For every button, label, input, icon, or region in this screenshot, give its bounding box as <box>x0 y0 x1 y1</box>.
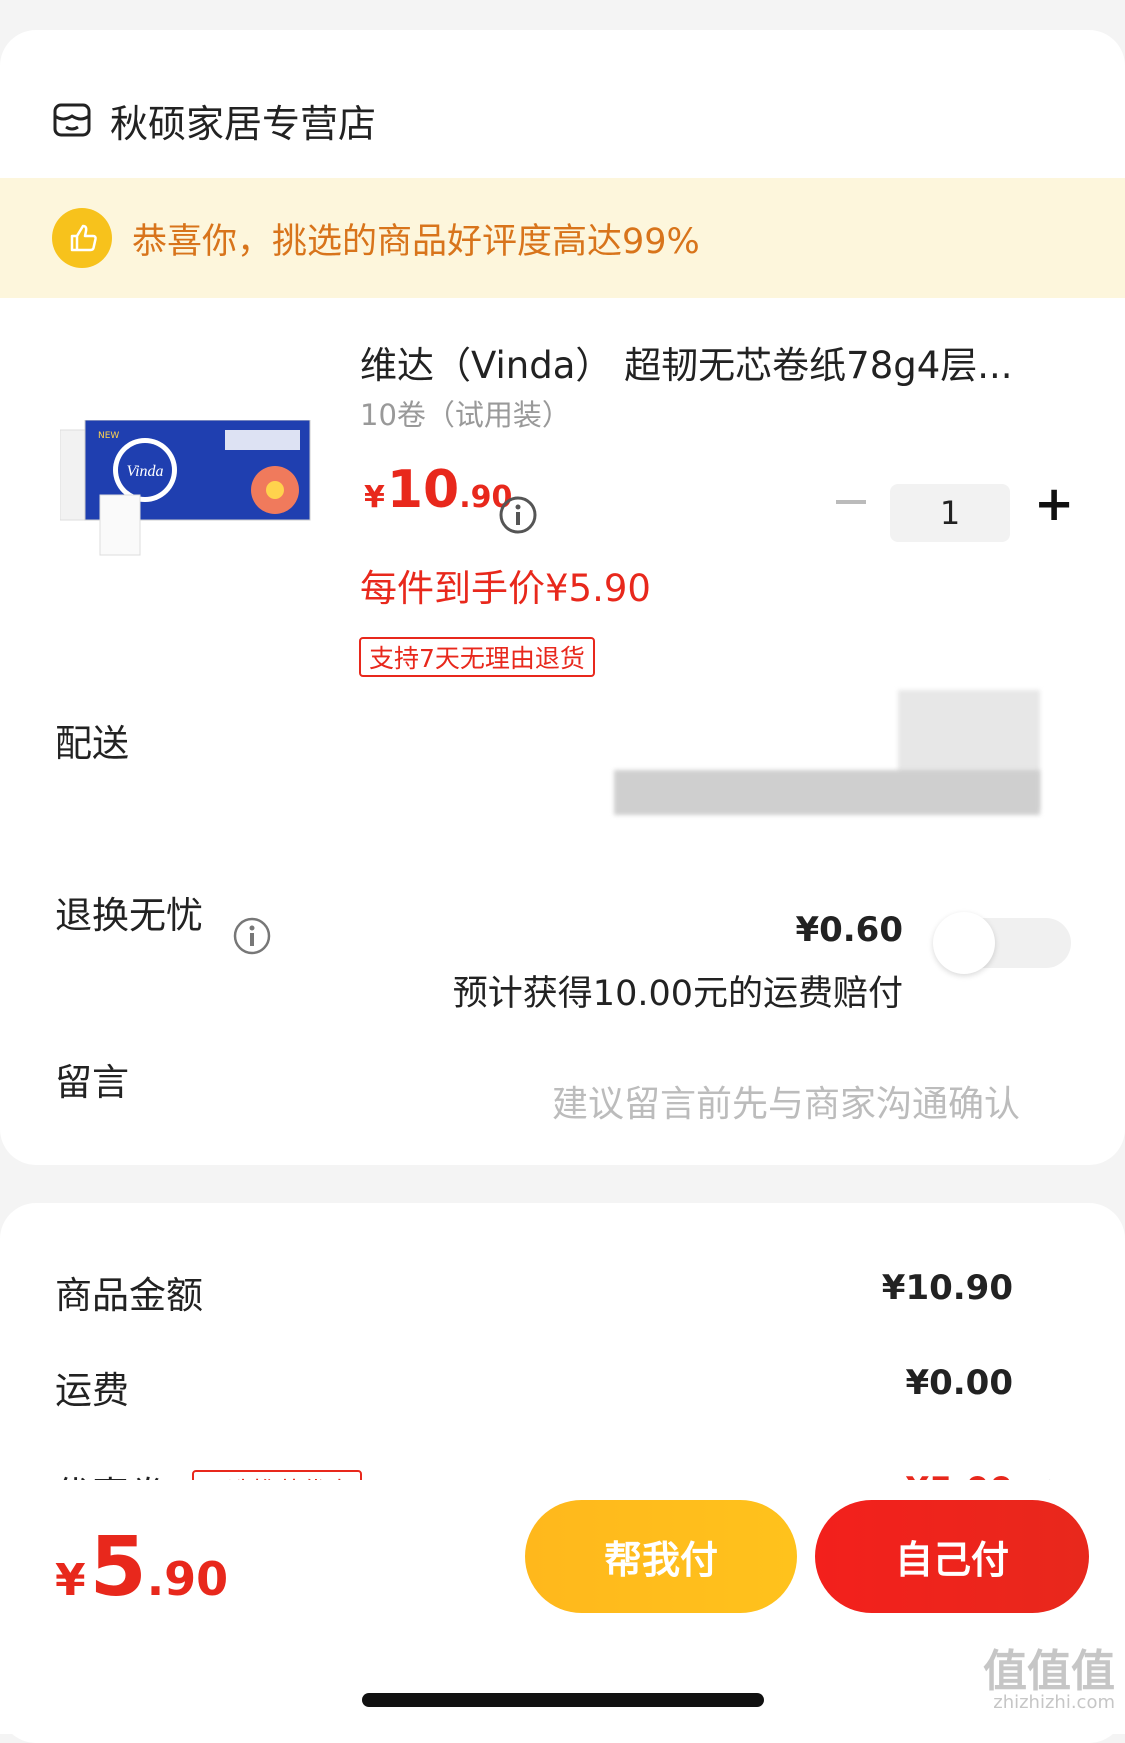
shipping-value: ¥0.00 <box>905 1363 1013 1403</box>
delivery-label: 配送 <box>55 722 129 765</box>
return-insurance-description: 预计获得10.00元的运费赔付 <box>452 974 903 1014</box>
unit-price-text: 每件到手价¥5.90 <box>360 567 651 610</box>
order-card: 秋硕家居专营店 恭喜你，挑选的商品好评度高达99% Vinda NEW 维达（V… <box>0 30 1125 1165</box>
product-title[interactable]: 维达（Vinda） 超韧无芯卷纸78g4层... <box>360 335 1060 389</box>
toggle-knob <box>933 912 995 974</box>
rating-banner: 恭喜你，挑选的商品好评度高达99% <box>0 178 1125 298</box>
store-name: 秋硕家居专营店 <box>110 101 377 146</box>
total-integer: 5 <box>89 1520 147 1615</box>
price-info-icon[interactable] <box>498 495 538 535</box>
store-icon <box>53 103 91 137</box>
quantity-input[interactable]: 1 <box>890 484 1010 542</box>
svg-text:Vinda: Vinda <box>126 463 163 480</box>
return-insurance-label: 退换无忧 <box>55 894 203 937</box>
quantity-increase-button[interactable]: + <box>1034 480 1074 528</box>
watermark: 值值值 zhizhizhi.com <box>983 1650 1115 1712</box>
total-price: ¥ 5 .90 <box>55 1520 228 1615</box>
thumbs-up-icon <box>52 208 112 268</box>
return-policy-tag: 支持7天无理由退货 <box>359 637 595 677</box>
message-label: 留言 <box>55 1061 129 1104</box>
watermark-main: 值值值 <box>983 1646 1115 1697</box>
checkout-bar: ¥ 5 .90 帮我付 自己付 值值值 zhizhizhi.com <box>0 1480 1125 1734</box>
return-insurance-toggle[interactable] <box>933 912 1071 974</box>
total-symbol: ¥ <box>55 1555 86 1606</box>
home-indicator[interactable] <box>362 1693 764 1707</box>
goods-amount-value: ¥10.90 <box>881 1268 1013 1308</box>
return-insurance-price: ¥0.60 <box>795 910 903 950</box>
product-spec[interactable]: 10卷（试用装） <box>360 392 571 434</box>
svg-text:NEW: NEW <box>98 431 119 441</box>
return-insurance-info-icon[interactable] <box>232 916 272 956</box>
price-integer: 10 <box>386 460 460 520</box>
message-input[interactable]: 建议留言前先与商家沟通确认 <box>552 1075 1020 1127</box>
help-pay-button[interactable]: 帮我付 <box>525 1500 797 1613</box>
banner-text: 恭喜你，挑选的商品好评度高达99% <box>132 221 700 262</box>
total-decimal: .90 <box>146 1552 229 1606</box>
store-header[interactable]: 秋硕家居专营店 <box>52 90 376 150</box>
product-image[interactable]: Vinda NEW <box>60 420 315 560</box>
product-price: ¥ 10 .90 <box>364 460 512 520</box>
price-symbol: ¥ <box>364 480 385 515</box>
goods-amount-label: 商品金额 <box>55 1274 203 1317</box>
self-pay-button[interactable]: 自己付 <box>815 1500 1089 1613</box>
shipping-label: 运费 <box>55 1369 129 1412</box>
quantity-decrease-button[interactable] <box>836 500 866 504</box>
watermark-sub: zhizhizhi.com <box>993 1692 1115 1713</box>
